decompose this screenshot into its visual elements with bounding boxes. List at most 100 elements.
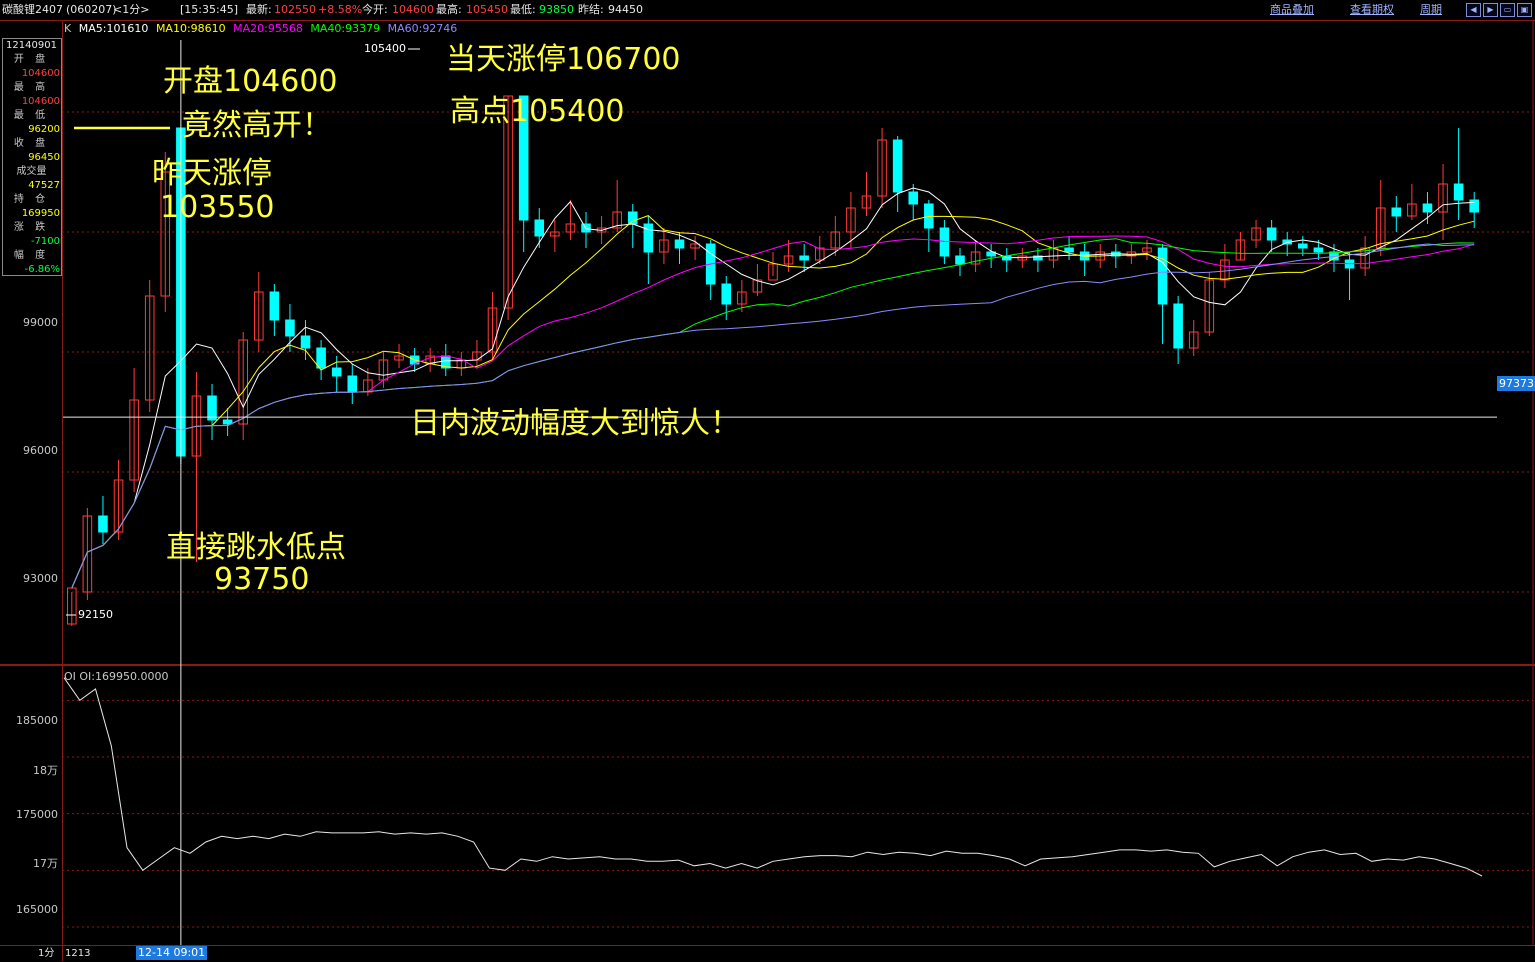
candle-body [1266, 227, 1277, 241]
candle-body [1453, 183, 1464, 201]
latest-value: 102550 [274, 3, 316, 16]
price-tick-96000: 96000 [23, 444, 58, 457]
change-pct: +8.58% [318, 3, 363, 16]
info-date: 12140901 [6, 40, 57, 51]
info-low: 96200 [28, 124, 60, 135]
candle-body [721, 283, 732, 305]
k-label: K [64, 22, 72, 35]
annotation-volatility: 日内波动幅度大到惊人！ [410, 406, 740, 441]
candle-body [1313, 247, 1324, 253]
kline-chart-canvas[interactable] [0, 0, 1535, 961]
bottom-date: 1213 [65, 948, 91, 959]
time-label: [15:35:45] [180, 3, 238, 16]
low-value: 93850 [539, 3, 574, 16]
annotation-open: 开盘104600 [163, 64, 338, 99]
oi-tick-165000: 165000 [16, 903, 58, 916]
annotation-open-2: 竟然高开！ [182, 108, 332, 143]
bottom-period: 1分 [38, 948, 55, 959]
symbol-code: (060207) [66, 3, 117, 16]
oi-tick-17w: 17万 [33, 857, 58, 870]
annotation-dive: 直接跳水低点 [166, 530, 346, 565]
info-pct: -6.86% [24, 264, 60, 275]
price-tick-93000: 93000 [23, 572, 58, 585]
info-volume-label: 成交量 [16, 166, 47, 177]
ma20-legend: MA20:95568 [233, 22, 303, 35]
next-icon[interactable]: ▶ [1483, 3, 1498, 17]
info-change-label: 涨 跌 [13, 222, 50, 233]
prev-close-label: 昨结: [578, 3, 604, 16]
open-label: 今开: [362, 3, 388, 16]
annotation-yesterday: 昨天涨停 [152, 156, 272, 191]
oi-tick-175000: 175000 [16, 808, 58, 821]
candle-body [955, 255, 965, 265]
open-value: 104600 [392, 3, 434, 16]
candle-body [285, 319, 295, 337]
candle-body [1298, 243, 1308, 249]
high-value: 105450 [466, 3, 508, 16]
ma40-legend: MA40:93379 [310, 22, 381, 35]
low-marker-label: 92150 [78, 608, 113, 621]
info-volume: 47527 [28, 180, 60, 191]
period-label: <1分> [113, 3, 150, 16]
oi-legend: OI OI:169950.0000 [64, 670, 169, 683]
bar-info-panel: 12140901 开 盘 104600 最 高 104600 最 低 96200… [2, 38, 62, 276]
period-link[interactable]: 周期 [1420, 0, 1442, 20]
info-high-label: 最 高 [13, 82, 50, 93]
overlay-link[interactable]: 商品叠加 [1270, 0, 1314, 20]
info-open: 104600 [21, 68, 60, 79]
candle-body [98, 515, 108, 533]
oi-tick-185000: 185000 [16, 714, 58, 727]
annotation-yesterday-value: 103550 [160, 190, 275, 225]
prev-icon[interactable]: ◀ [1466, 3, 1481, 17]
low-label: 最低: [510, 3, 536, 16]
info-oi-label: 持 仓 [13, 194, 50, 205]
time-axis-bar: 1分 1213 [0, 945, 1535, 962]
high-marker-label: 105400 [364, 42, 406, 55]
candle-body [1064, 247, 1074, 253]
candle-body [627, 211, 638, 225]
candle-body [1469, 199, 1479, 213]
annotation-limit-up: 当天涨停106700 [446, 42, 681, 77]
crosshair-time-tag: 12-14 09:01 [136, 946, 208, 960]
info-close-label: 收 盘 [13, 138, 50, 149]
prev-close-value: 94450 [608, 3, 643, 16]
candle-body [799, 255, 809, 261]
current-price-tag: 97373 [1497, 376, 1535, 391]
info-open-label: 开 盘 [13, 54, 50, 65]
candle-body [207, 395, 217, 421]
shrink-icon[interactable]: ▭ [1500, 3, 1515, 17]
candle-body [347, 375, 358, 393]
high-label: 最高: [436, 3, 462, 16]
oi-line [63, 677, 1483, 877]
annotation-high: 高点105400 [450, 94, 625, 129]
candle-body [674, 239, 685, 249]
ma5-legend: MA5:101610 [78, 22, 149, 35]
annotation-dive-value: 93750 [214, 562, 310, 597]
ma10-legend: MA10:98610 [155, 22, 226, 35]
candle-body [269, 291, 280, 321]
latest-label: 最新: [246, 3, 272, 16]
expand-icon[interactable]: ▣ [1517, 3, 1532, 17]
oi-tick-18w: 18万 [33, 764, 58, 777]
candle-body [1157, 247, 1168, 305]
symbol-name: 碳酸锂2407 [2, 3, 63, 16]
candle-body [892, 139, 903, 193]
candle-body [331, 367, 342, 377]
price-tick-99000: 99000 [23, 316, 58, 329]
candle-body [300, 335, 311, 349]
candle-body [1391, 207, 1402, 217]
info-close: 96450 [28, 152, 60, 163]
candle-body [908, 191, 919, 205]
info-pct-label: 幅 度 [13, 250, 50, 261]
info-high: 104600 [21, 96, 60, 107]
info-low-label: 最 低 [13, 110, 50, 121]
options-link[interactable]: 查看期权 [1350, 0, 1394, 20]
top-header-bar: 碳酸锂2407 (060207) <1分> [15:35:45] 最新: 102… [0, 0, 1535, 21]
info-change: -7100 [30, 236, 60, 247]
candle-body [222, 419, 233, 425]
candle-body [1173, 303, 1183, 349]
candle-body [316, 347, 326, 369]
candle-body [534, 219, 545, 237]
candle-body [1422, 203, 1433, 213]
info-oi: 169950 [21, 208, 60, 219]
